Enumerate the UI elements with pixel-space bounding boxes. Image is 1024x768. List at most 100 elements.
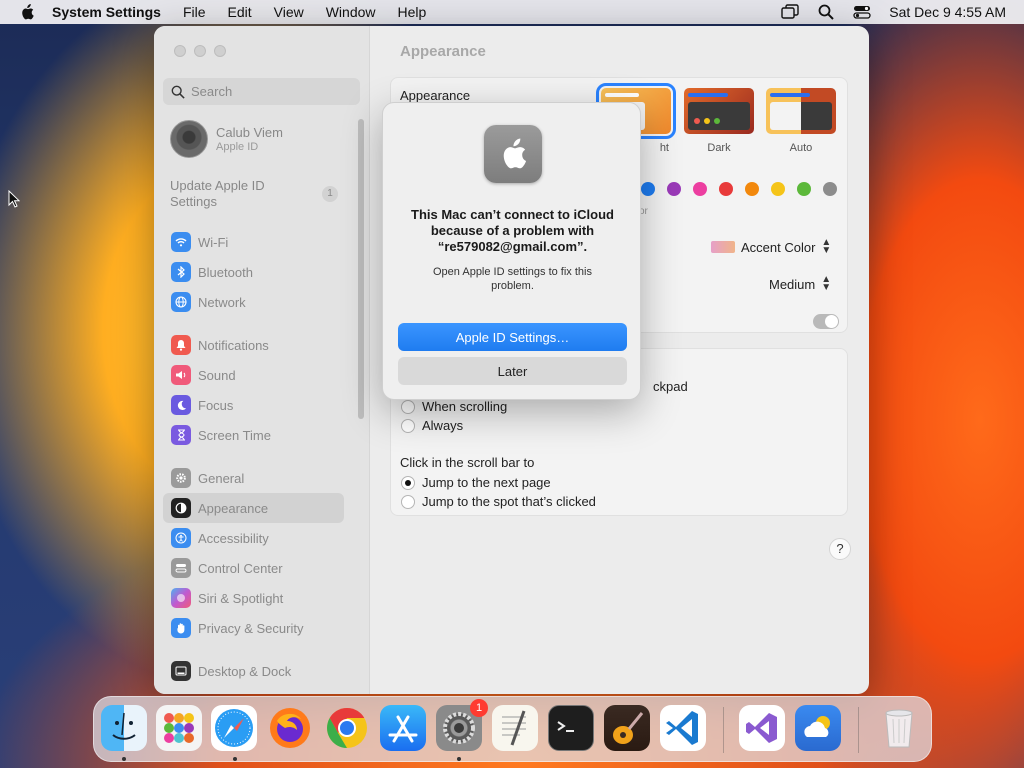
radio-label: When scrolling — [422, 399, 508, 414]
sidebar-item-label: Screen Time — [198, 427, 271, 443]
update-apple-id-label: Update Apple ID Settings — [170, 178, 265, 209]
accent-green-swatch[interactable] — [797, 182, 811, 196]
theme-auto-option[interactable]: Auto — [764, 88, 838, 154]
sidebar-item-label: Network — [198, 294, 246, 310]
trash-icon[interactable] — [876, 705, 922, 751]
accent-yellow-swatch[interactable] — [771, 182, 785, 196]
radio-label: Always — [422, 418, 464, 433]
sidebar-item-label: Notifications — [198, 337, 269, 353]
system-settings-app-icon[interactable]: 1 — [436, 699, 488, 751]
accent-purple-swatch[interactable] — [667, 182, 681, 196]
accent-blue-swatch[interactable] — [641, 182, 655, 196]
radio-button[interactable] — [401, 418, 415, 433]
menu-edit[interactable]: Edit — [228, 4, 252, 20]
firefox-app-icon[interactable] — [267, 705, 313, 751]
menu-file[interactable]: File — [183, 4, 206, 20]
vscode-app-icon[interactable] — [660, 705, 706, 751]
sidebar-item-bluetooth[interactable]: Bluetooth — [163, 257, 344, 287]
finder-app-icon[interactable] — [101, 705, 147, 751]
radio-label: Jump to the spot that’s clicked — [422, 494, 596, 509]
sidebar-item-sound[interactable]: Sound — [163, 360, 344, 390]
accent-red-swatch[interactable] — [719, 182, 733, 196]
menu-window[interactable]: Window — [326, 4, 376, 20]
profile-name: Calub Viem — [216, 125, 283, 140]
sidebar-icon-size-popup[interactable]: Medium ▲ ▼ — [769, 275, 831, 293]
sidebar-scrollbar[interactable] — [358, 119, 364, 419]
sidebar-item-label: Control Center — [198, 560, 283, 576]
bell-icon — [171, 335, 191, 355]
garageband-app-icon[interactable] — [604, 705, 650, 751]
sidebar-item-desktop-dock[interactable]: Desktop & Dock — [163, 656, 344, 686]
click-scroll-bar-label: Click in the scroll bar to — [400, 455, 535, 470]
accent-orange-swatch[interactable] — [745, 182, 759, 196]
wifi-icon — [171, 232, 191, 252]
allow-wallpaper-tinting-toggle[interactable] — [813, 314, 839, 329]
sidebar-item-focus[interactable]: Focus — [163, 390, 344, 420]
search-input[interactable] — [191, 84, 341, 99]
menu-app-name[interactable]: System Settings — [52, 4, 161, 20]
alert-title: This Mac can’t connect to iCloud because… — [411, 207, 614, 254]
update-badge: 1 — [322, 186, 338, 202]
sidebar-item-label: Appearance — [198, 500, 269, 516]
screen-mirroring-icon[interactable] — [781, 4, 799, 20]
radio-button[interactable] — [401, 475, 415, 490]
textedit-app-icon[interactable] — [492, 705, 538, 751]
radio-button[interactable] — [401, 494, 415, 509]
safari-app-icon[interactable] — [211, 705, 257, 751]
scroll-option-when-scrolling[interactable]: When scrolling — [401, 399, 507, 414]
accessibility-icon — [171, 528, 191, 548]
theme-dark-thumbnail — [684, 88, 754, 134]
zoom-button[interactable] — [214, 45, 226, 57]
theme-dark-option[interactable]: Dark — [682, 88, 756, 154]
notification-badge: 1 — [470, 699, 488, 717]
menu-view[interactable]: View — [274, 4, 304, 20]
update-apple-id-item[interactable]: Update Apple ID Settings 1 — [170, 178, 338, 210]
appearance-icon — [171, 498, 191, 518]
launchpad-app-icon[interactable] — [156, 705, 202, 751]
sidebar-item-screen-time[interactable]: Screen Time — [163, 420, 344, 450]
apple-id-settings-button[interactable]: Apple ID Settings… — [398, 323, 627, 351]
sidebar-item-label: Wi-Fi — [198, 234, 229, 250]
visual-studio-app-icon[interactable] — [739, 705, 785, 751]
theme-auto-label: Auto — [789, 142, 813, 154]
running-indicator — [122, 757, 126, 761]
minimize-button[interactable] — [194, 45, 206, 57]
weather-app-icon[interactable] — [795, 705, 841, 751]
highlight-color-value: Accent Color — [741, 239, 816, 255]
help-button[interactable]: ? — [829, 538, 851, 560]
dock-icon — [171, 661, 191, 681]
scroll-option-always[interactable]: Always — [401, 418, 463, 433]
sidebar-item-network[interactable]: Network — [163, 287, 344, 317]
sidebar-item-label: Bluetooth — [198, 264, 253, 280]
menu-help[interactable]: Help — [398, 4, 427, 20]
radio-button[interactable] — [401, 399, 415, 414]
sidebar-item-siri-spotlight[interactable]: Siri & Spotlight — [163, 583, 344, 613]
close-button[interactable] — [174, 45, 186, 57]
click-option-next-page[interactable]: Jump to the next page — [401, 475, 551, 490]
chrome-app-icon[interactable] — [324, 705, 370, 751]
accent-pink-swatch[interactable] — [693, 182, 707, 196]
app-store-icon[interactable] — [380, 705, 426, 751]
menu-clock[interactable]: Sat Dec 9 4:55 AM — [889, 4, 1006, 20]
sidebar-item-label: Desktop & Dock — [198, 663, 292, 679]
terminal-app-icon[interactable] — [548, 705, 594, 751]
accent-graphite-swatch[interactable] — [823, 182, 837, 196]
click-option-spot-clicked[interactable]: Jump to the spot that’s clicked — [401, 494, 596, 509]
later-button[interactable]: Later — [398, 357, 627, 385]
sidebar-item-control-center[interactable]: Control Center — [163, 553, 344, 583]
control-center-icon[interactable] — [853, 4, 871, 20]
apple-menu-icon[interactable] — [18, 4, 36, 20]
sidebar-item-privacy-security[interactable]: Privacy & Security — [163, 613, 344, 643]
bluetooth-icon — [171, 262, 191, 282]
search-field[interactable] — [163, 78, 360, 105]
sidebar-group-network: Wi-Fi Bluetooth Network — [163, 227, 344, 317]
spotlight-search-icon[interactable] — [817, 4, 835, 20]
appearance-label: Appearance — [400, 88, 471, 103]
sidebar-item-accessibility[interactable]: Accessibility — [163, 523, 344, 553]
sidebar-item-general[interactable]: General — [163, 463, 344, 493]
apple-id-profile[interactable]: Calub Viem Apple ID — [170, 120, 283, 158]
sidebar-item-wifi[interactable]: Wi-Fi — [163, 227, 344, 257]
sidebar-item-notifications[interactable]: Notifications — [163, 330, 344, 360]
highlight-color-popup[interactable]: Accent Color ▲ ▼ — [711, 238, 831, 256]
sidebar-item-appearance[interactable]: Appearance — [163, 493, 344, 523]
